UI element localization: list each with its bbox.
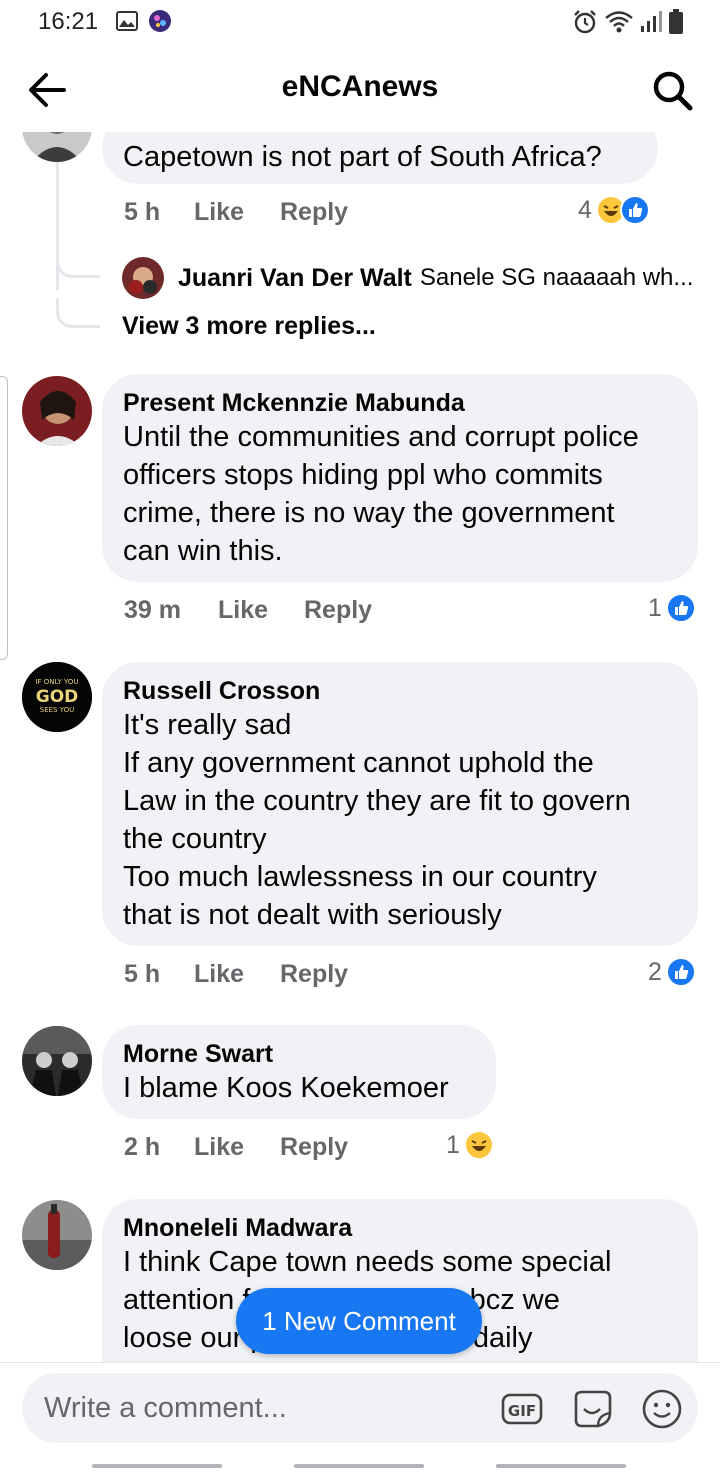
comment-text: Until the communities and corrupt police… (123, 421, 639, 567)
like-button[interactable]: Like (194, 1127, 244, 1167)
comment-time[interactable]: 5 h (124, 192, 160, 232)
like-reaction-icon (665, 957, 696, 987)
avatar[interactable] (22, 1200, 92, 1270)
reaction-summary[interactable]: 1 (648, 588, 696, 628)
comment-composer: Write a comment... GIF (0, 1362, 720, 1452)
reaction-count: 1 (446, 1130, 460, 1159)
avatar[interactable] (22, 132, 92, 162)
view-more-replies-link[interactable]: View 3 more replies... (122, 312, 376, 341)
reply-button[interactable]: Reply (304, 590, 372, 630)
reaction-count: 4 (578, 195, 592, 224)
reaction-count: 1 (648, 593, 662, 622)
navigation-gesture-bar (0, 1452, 720, 1480)
reply-button[interactable]: Reply (280, 1127, 348, 1167)
comment-text: Capetown is not part of South Africa? (123, 141, 602, 173)
sticker-icon (574, 1390, 612, 1428)
comments-list: Capetown is not part of South Africa? 5 … (0, 132, 720, 1362)
comment-time[interactable]: 2 h (124, 1127, 160, 1167)
page-title: eNCAnews (281, 70, 439, 103)
wifi-icon (604, 9, 634, 40)
avatar[interactable] (22, 1026, 92, 1096)
new-comment-button[interactable]: 1 New Comment (236, 1288, 482, 1354)
comment-bubble[interactable]: Capetown is not part of South Africa? (102, 132, 658, 184)
reply-button[interactable]: Reply (280, 192, 348, 232)
like-button[interactable]: Like (194, 192, 244, 232)
smiley-icon (642, 1389, 682, 1429)
alarm-icon (572, 9, 598, 40)
gif-icon: GIF (501, 1393, 543, 1425)
gallery-notification-icon (116, 11, 138, 31)
comment-actions: 2 h Like Reply (124, 1127, 444, 1167)
comment-time[interactable]: 5 h (124, 954, 160, 994)
reply-author: Juanri Van Der Walt (178, 263, 412, 292)
gif-button[interactable]: GIF (500, 1387, 544, 1431)
avatar (122, 257, 164, 299)
reply-preview[interactable]: Juanri Van Der Walt Sanele SG naaaaah wh… (122, 256, 693, 300)
reaction-summary[interactable]: 1 (446, 1125, 494, 1165)
emoji-button[interactable] (640, 1387, 684, 1431)
comment-time[interactable]: 39 m (124, 590, 181, 630)
magnifier-icon (653, 71, 693, 111)
reply-button[interactable]: Reply (280, 954, 348, 994)
comment-input[interactable]: Write a comment... GIF (22, 1373, 698, 1443)
reaction-summary[interactable]: 4 (578, 190, 650, 230)
comment-input-placeholder: Write a comment... (44, 1392, 287, 1424)
gesture-handle[interactable] (496, 1464, 626, 1468)
reaction-summary[interactable]: 2 (648, 952, 696, 992)
comment-author[interactable]: Russell Crosson (123, 676, 678, 706)
thread-connector (56, 298, 100, 328)
battery-icon (668, 9, 684, 40)
avatar-line-3: SEES YOU (40, 706, 74, 714)
like-button[interactable]: Like (218, 590, 268, 630)
avatar-line-1: IF ONLY YOU (35, 678, 78, 686)
like-button[interactable]: Like (194, 954, 244, 994)
status-time: 16:21 (38, 8, 99, 35)
search-button[interactable] (648, 66, 696, 114)
gesture-handle[interactable] (92, 1464, 222, 1468)
signal-icon (640, 10, 662, 39)
comment-text: It's really sad If any government cannot… (123, 709, 631, 931)
status-bar: 16:21 (0, 0, 720, 44)
like-reaction-icon (665, 593, 696, 623)
comment-actions: 5 h Like Reply (124, 954, 664, 994)
comment-author[interactable]: Present Mckennzie Mabunda (123, 388, 678, 418)
thread-connector (56, 248, 100, 278)
sticker-button[interactable] (570, 1387, 614, 1431)
status-indicators (572, 9, 684, 40)
app-notification-icon (148, 9, 172, 33)
avatar[interactable] (22, 376, 92, 446)
reply-snippet: Sanele SG naaaaah wh... (419, 264, 694, 291)
comment-bubble[interactable]: Russell Crosson It's really sad If any g… (102, 662, 698, 946)
comment-actions: 39 m Like Reply (124, 590, 664, 630)
reaction-count: 2 (648, 957, 662, 986)
avatar[interactable]: IF ONLY YOU GOD SEES YOU (22, 662, 92, 732)
avatar-line-2: GOD (36, 687, 79, 707)
like-reaction-icon (619, 195, 650, 225)
comment-bubble[interactable]: Morne Swart I blame Koos Koekemoer (102, 1025, 496, 1119)
comment-text: I blame Koos Koekemoer (123, 1072, 449, 1104)
comment-author[interactable]: Mnoneleli Madwara (123, 1213, 678, 1243)
comment-author[interactable]: Morne Swart (123, 1039, 476, 1069)
comment-bubble[interactable]: Present Mckennzie Mabunda Until the comm… (102, 374, 698, 582)
app-header: eNCAnews (0, 44, 720, 132)
gesture-handle[interactable] (294, 1464, 424, 1468)
haha-reaction-icon (463, 1130, 494, 1160)
gif-label: GIF (508, 1402, 536, 1420)
